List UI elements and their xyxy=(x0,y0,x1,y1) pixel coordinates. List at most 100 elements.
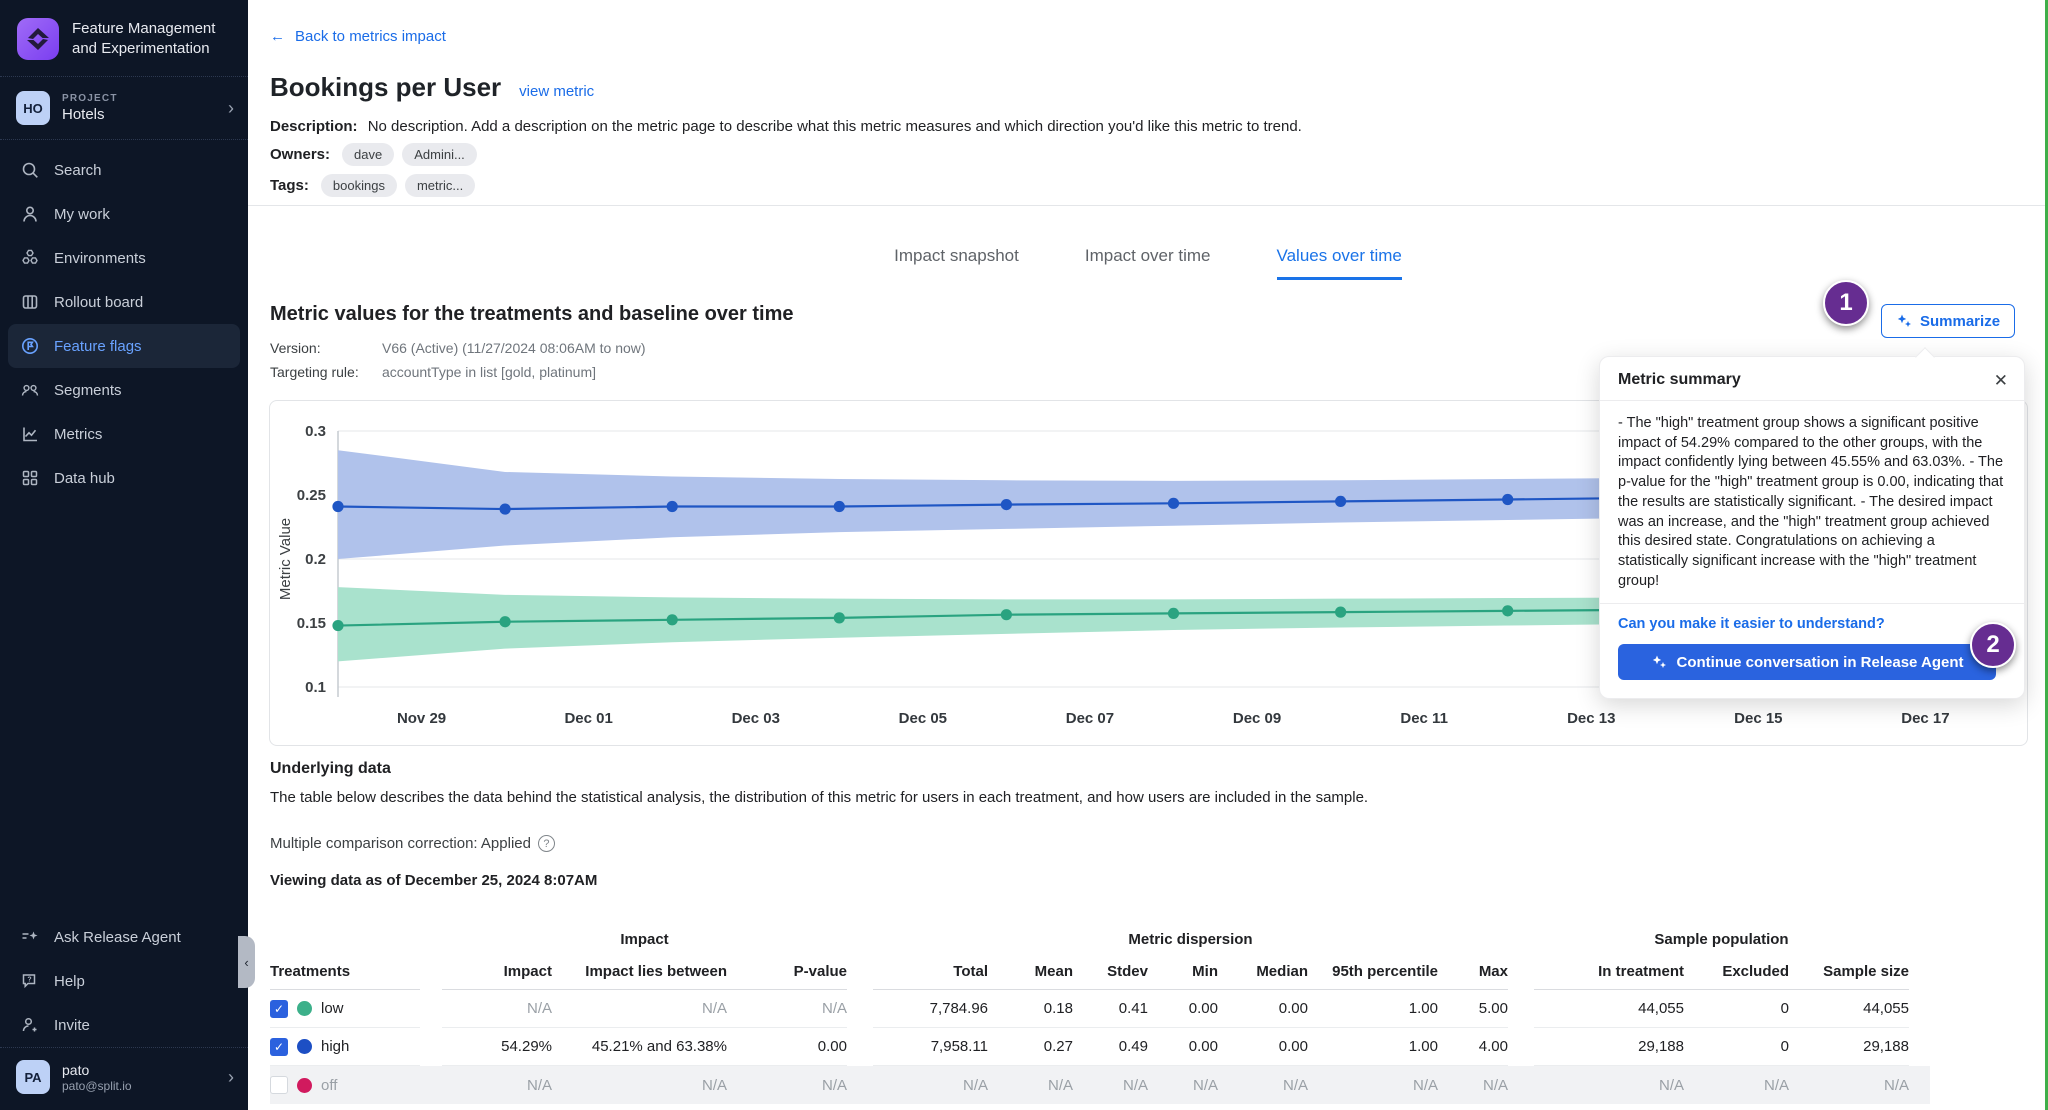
column-header: Impact lies between xyxy=(552,954,727,990)
table-cell: N/A xyxy=(442,990,552,1028)
description-row: Description: No description. Add a descr… xyxy=(270,118,1302,135)
sidebar-footer: Ask Release Agent? Help Invite xyxy=(0,907,248,1047)
svg-text:Dec 01: Dec 01 xyxy=(564,710,612,727)
treatment-checkbox[interactable]: ✓ xyxy=(270,1000,288,1018)
continue-conversation-button[interactable]: Continue conversation in Release Agent xyxy=(1618,644,1996,680)
table-cell: N/A xyxy=(988,1066,1073,1104)
viewing-data-timestamp: Viewing data as of December 25, 2024 8:0… xyxy=(270,872,597,889)
table-cell: 0.00 xyxy=(1218,990,1308,1028)
table-cell: 44,055 xyxy=(1534,990,1684,1028)
summary-text: - The "high" treatment group shows a sig… xyxy=(1600,401,2024,604)
owner-chip[interactable]: Admini... xyxy=(402,143,477,166)
correction-row: Multiple comparison correction: Applied … xyxy=(270,835,555,852)
table-cell: 45.21% and 63.38% xyxy=(552,1028,727,1066)
column-header: Stdev xyxy=(1073,954,1148,990)
table-cell: N/A xyxy=(1789,1066,1909,1104)
popover-title: Metric summary xyxy=(1618,371,1741,389)
chart-icon xyxy=(20,424,40,444)
table-cell: N/A xyxy=(552,1066,727,1104)
column-header: Min xyxy=(1148,954,1218,990)
table-cell: N/A xyxy=(1308,1066,1438,1104)
sidebar-item-label: Segments xyxy=(54,382,122,399)
svg-text:Dec 09: Dec 09 xyxy=(1233,710,1281,727)
treatment-checkbox[interactable] xyxy=(270,1076,288,1094)
project-switcher[interactable]: HO PROJECT Hotels › xyxy=(0,77,248,139)
table-cell: 0.00 xyxy=(727,1028,847,1066)
svg-text:Dec 17: Dec 17 xyxy=(1901,710,1949,727)
table-cell: N/A xyxy=(873,1066,988,1104)
tab-impact-snapshot[interactable]: Impact snapshot xyxy=(894,246,1019,280)
table-cell: 44,055 xyxy=(1789,990,1909,1028)
summarize-button[interactable]: Summarize xyxy=(1881,304,2015,338)
hexagons-icon xyxy=(20,248,40,268)
followup-link[interactable]: Can you make it easier to understand? xyxy=(1600,604,2024,632)
targeting-rule-label: Targeting rule: xyxy=(270,364,382,380)
owners-label: Owners: xyxy=(270,146,330,163)
column-header: 95th percentile xyxy=(1308,954,1438,990)
table-cell: 0.00 xyxy=(1148,1028,1218,1066)
table-cell: 54.29% xyxy=(442,1028,552,1066)
user-email: pato@split.io xyxy=(62,1079,216,1093)
tag-chip[interactable]: bookings xyxy=(321,174,397,197)
sidebar-item-metrics[interactable]: Metrics xyxy=(8,412,240,456)
brand-title: Feature Management and Experimentation xyxy=(72,19,232,59)
table-cell: N/A xyxy=(1684,1066,1789,1104)
version-label: Version: xyxy=(270,340,382,356)
table-cell: N/A xyxy=(727,990,847,1028)
metric-summary-popover: Metric summary ✕ - The "high" treatment … xyxy=(1599,356,2025,699)
user-menu[interactable]: PA pato pato@split.io › xyxy=(0,1048,248,1110)
help-bubble-icon: ? xyxy=(20,971,40,991)
sidebar-item-help[interactable]: ? Help xyxy=(8,959,240,1003)
user-name: pato xyxy=(62,1062,216,1078)
table-cell: N/A xyxy=(1534,1066,1684,1104)
table-cell: 1.00 xyxy=(1308,1028,1438,1066)
people-icon xyxy=(20,380,40,400)
view-metric-link[interactable]: view metric xyxy=(519,83,594,100)
sidebar-item-search[interactable]: Search xyxy=(8,148,240,192)
divider xyxy=(248,205,2048,206)
step-badge-2: 2 xyxy=(1970,622,2016,668)
sidebar-item-rollout-board[interactable]: Rollout board xyxy=(8,280,240,324)
info-icon[interactable]: ? xyxy=(538,835,555,852)
sidebar-collapse-handle[interactable]: ‹ xyxy=(238,936,255,988)
back-link[interactable]: ← Back to metrics impact xyxy=(270,28,446,45)
table-cell: N/A xyxy=(442,1066,552,1104)
close-icon[interactable]: ✕ xyxy=(1994,372,2008,389)
table-group-header-row: ImpactMetric dispersionSample population xyxy=(270,924,1930,954)
sparkles-icon xyxy=(1896,313,1912,329)
sidebar-item-ask-release-agent[interactable]: Ask Release Agent xyxy=(8,915,240,959)
column-header: Treatments xyxy=(270,954,420,990)
chevron-right-icon: › xyxy=(228,99,234,117)
owner-chip[interactable]: dave xyxy=(342,143,394,166)
sidebar-item-data-hub[interactable]: Data hub xyxy=(8,456,240,500)
group-header: Sample population xyxy=(1534,931,1909,948)
column-header: In treatment xyxy=(1534,954,1684,990)
tags-label: Tags: xyxy=(270,177,309,194)
description-text: No description. Add a description on the… xyxy=(368,118,1302,135)
table-row-low: ✓lowN/AN/AN/A7,784.960.180.410.000.001.0… xyxy=(270,990,1930,1028)
treatment-checkbox[interactable]: ✓ xyxy=(270,1038,288,1056)
person-icon xyxy=(20,204,40,224)
table-cell: 0.27 xyxy=(988,1028,1073,1066)
sidebar-item-segments[interactable]: Segments xyxy=(8,368,240,412)
targeting-rule-value: accountType in list [gold, platinum] xyxy=(382,364,596,380)
table-cell: N/A xyxy=(1148,1066,1218,1104)
sidebar-item-environments[interactable]: Environments xyxy=(8,236,240,280)
flag-icon xyxy=(20,336,40,356)
column-header: Total xyxy=(873,954,988,990)
tab-impact-over-time[interactable]: Impact over time xyxy=(1085,246,1211,280)
sidebar-item-my-work[interactable]: My work xyxy=(8,192,240,236)
tag-chip[interactable]: metric... xyxy=(405,174,475,197)
table-cell: 29,188 xyxy=(1789,1028,1909,1066)
underlying-data-paragraph: The table below describes the data behin… xyxy=(270,789,1770,806)
svg-text:0.3: 0.3 xyxy=(305,423,326,440)
table-cell: N/A xyxy=(1073,1066,1148,1104)
sidebar-item-feature-flags[interactable]: Feature flags xyxy=(8,324,240,368)
sidebar-item-label: Ask Release Agent xyxy=(54,929,181,946)
tab-values-over-time[interactable]: Values over time xyxy=(1277,246,1402,280)
sidebar-item-label: Help xyxy=(54,973,85,990)
svg-text:Dec 15: Dec 15 xyxy=(1734,710,1782,727)
column-header: Median xyxy=(1218,954,1308,990)
sidebar-item-invite[interactable]: Invite xyxy=(8,1003,240,1047)
svg-text:?: ? xyxy=(27,977,31,984)
